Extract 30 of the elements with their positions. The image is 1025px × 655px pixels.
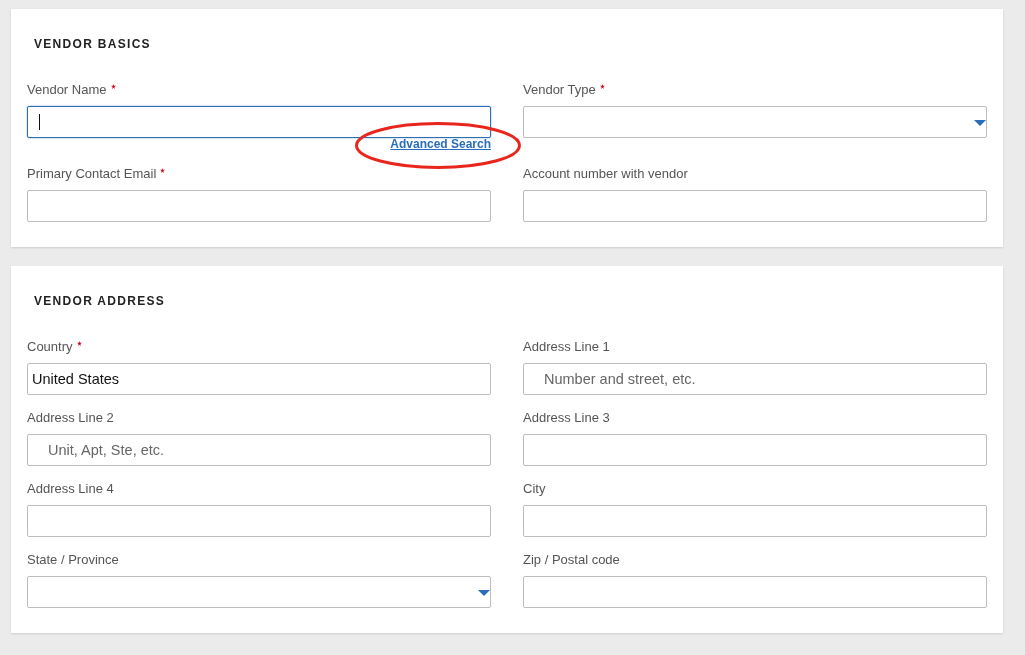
field-label: City [523,481,546,497]
caret-icon [478,590,490,596]
field-label: Primary Contact Email [27,166,157,182]
field-label: Vendor Type [523,82,596,98]
input-field[interactable] [523,505,987,537]
caret-icon [974,120,986,126]
input-field[interactable]: United States [27,363,491,395]
field-label: Address Line 2 [27,410,114,426]
input-field[interactable] [523,190,987,222]
field-label: Vendor Name [27,82,107,98]
section-title: VENDOR ADDRESS [34,293,167,309]
field-label: Account number with vendor [523,166,688,182]
input-field[interactable] [523,434,987,466]
text-cursor [39,114,40,130]
input-field[interactable]: Number and street, etc. [523,363,987,395]
field-label: Address Line 4 [27,481,114,497]
input-field[interactable] [27,106,491,138]
field-label: Country [27,339,73,355]
dropdown-field[interactable] [27,576,491,608]
dropdown-field[interactable] [523,106,987,138]
field-label: Address Line 3 [523,410,610,426]
field-label: Zip / Postal code [523,552,620,568]
input-field[interactable] [27,190,491,222]
field-label: Address Line 1 [523,339,610,355]
input-field[interactable] [523,576,987,608]
field-label: State / Province [27,552,119,568]
section-title: VENDOR BASICS [34,36,152,52]
input-field[interactable] [27,505,491,537]
input-field[interactable]: Unit, Apt, Ste, etc. [27,434,491,466]
advanced-search-link[interactable]: Advanced Search [390,137,491,151]
